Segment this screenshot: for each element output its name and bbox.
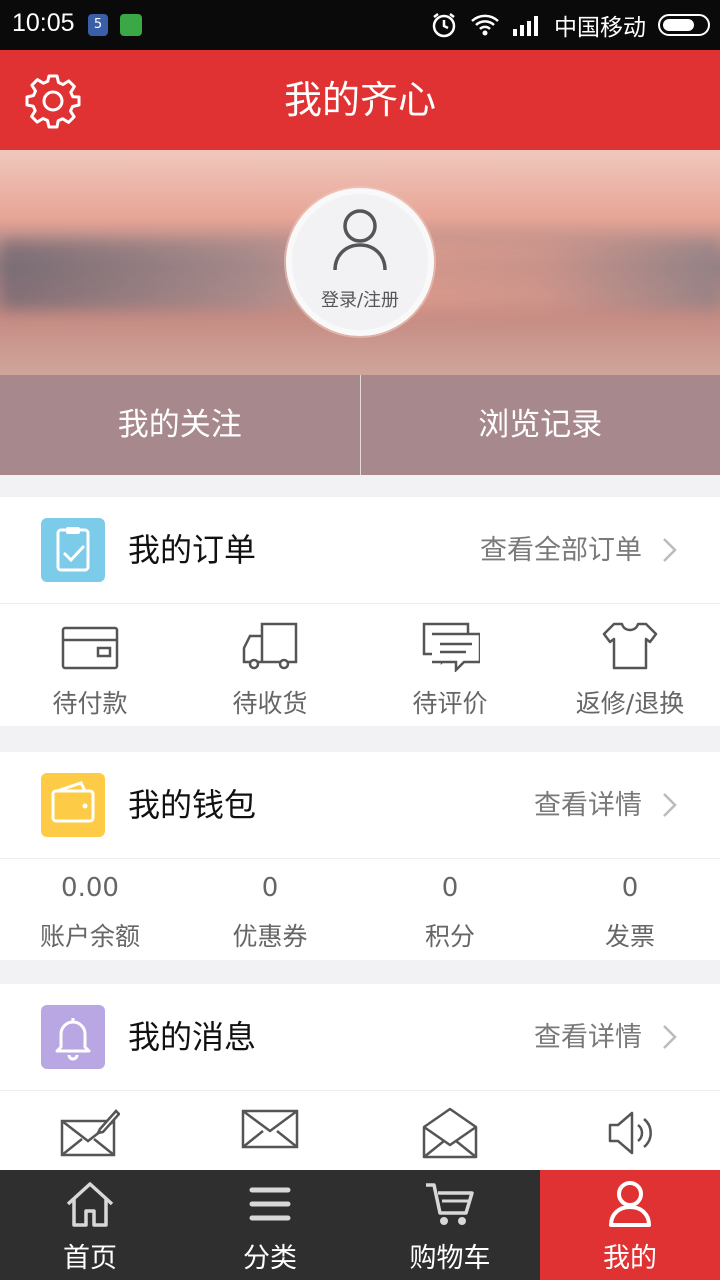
profile-banner: 登录/注册 — [0, 150, 720, 375]
pending-delivery-label: 待收货 — [232, 689, 308, 718]
quick-links: 我的关注 浏览记录 — [0, 375, 720, 475]
compose-mail-icon — [60, 1109, 120, 1157]
invoice-label: 发票 — [604, 922, 655, 951]
invoice-item[interactable]: 0 发票 — [540, 859, 720, 960]
chevron-right-icon — [663, 1025, 677, 1049]
points-value: 0 — [441, 873, 459, 903]
speaker-icon — [608, 1111, 652, 1155]
alarm-icon — [432, 13, 456, 38]
wifi-icon — [471, 14, 499, 36]
android-notification-icon — [120, 14, 142, 36]
pending-payment-label: 待付款 — [52, 689, 128, 718]
cart-icon — [426, 1183, 474, 1225]
user-icon — [609, 1181, 651, 1227]
browse-history-button[interactable]: 浏览记录 — [359, 375, 720, 475]
status-bar: 10:05 5 中国移动 — [0, 0, 720, 50]
chevron-right-icon — [663, 793, 677, 817]
read-messages-button[interactable] — [360, 1091, 540, 1170]
coupons-item[interactable]: 0 优惠券 — [180, 859, 360, 960]
truck-icon — [242, 622, 298, 670]
coupons-label: 优惠券 — [232, 922, 308, 951]
gear-icon[interactable] — [24, 72, 82, 130]
carrier-name: 中国移动 — [554, 15, 646, 41]
return-exchange-label: 返修/退换 — [575, 689, 685, 718]
nav-category[interactable]: 分类 — [180, 1170, 360, 1280]
wallet-title: 我的钱包 — [128, 786, 257, 824]
account-balance-label: 账户余额 — [39, 922, 140, 951]
wallet-icon — [41, 773, 105, 837]
shield-notification-icon: 5 — [88, 14, 108, 36]
points-item[interactable]: 0 积分 — [360, 859, 540, 960]
status-time: 10:05 — [12, 9, 75, 37]
messages-title: 我的消息 — [128, 1018, 257, 1056]
page-title: 我的齐心 — [283, 78, 436, 122]
login-avatar-button[interactable]: 登录/注册 — [286, 188, 434, 336]
signal-icon — [513, 16, 538, 36]
orders-title: 我的订单 — [128, 531, 257, 569]
open-mail-icon — [422, 1107, 478, 1159]
wallet-card-icon — [61, 626, 119, 670]
user-avatar-icon — [333, 209, 387, 271]
account-balance-value: 0.00 — [61, 873, 119, 903]
title-bar: 我的齐心 — [0, 50, 720, 150]
messages-details-link[interactable]: 查看详情 — [534, 984, 642, 1091]
nav-cart-label: 购物车 — [409, 1243, 491, 1274]
orders-section: 我的订单 查看全部订单 待付款 待收货 待评价 返修/退换 — [0, 497, 720, 726]
comment-icon — [422, 622, 480, 672]
coupons-value: 0 — [261, 873, 279, 903]
bottom-navigation: 首页 分类 购物车 我的 — [0, 1170, 720, 1280]
view-all-orders-link[interactable]: 查看全部订单 — [480, 497, 642, 604]
menu-icon — [249, 1187, 291, 1221]
wallet-section: 我的钱包 查看详情 0.00 账户余额 0 优惠券 0 积分 0 发票 — [0, 752, 720, 960]
orders-header[interactable]: 我的订单 查看全部订单 — [0, 497, 720, 604]
bell-icon — [41, 1005, 105, 1069]
battery-icon — [658, 14, 710, 36]
pending-review-label: 待评价 — [412, 689, 488, 718]
pending-delivery-button[interactable]: 待收货 — [180, 604, 360, 726]
login-register-label: 登录/注册 — [320, 290, 400, 311]
account-balance-item[interactable]: 0.00 账户余额 — [0, 859, 180, 960]
pending-payment-button[interactable]: 待付款 — [0, 604, 180, 726]
messages-section: 我的消息 查看详情 — [0, 984, 720, 1170]
pending-review-button[interactable]: 待评价 — [360, 604, 540, 726]
nav-mine-label: 我的 — [603, 1243, 657, 1274]
nav-category-label: 分类 — [243, 1243, 297, 1274]
clipboard-icon — [41, 518, 105, 582]
wallet-header[interactable]: 我的钱包 查看详情 — [0, 752, 720, 859]
home-icon — [66, 1182, 114, 1227]
nav-cart[interactable]: 购物车 — [360, 1170, 540, 1280]
chevron-right-icon — [663, 538, 677, 562]
return-shirt-icon — [602, 622, 658, 670]
messages-header[interactable]: 我的消息 查看详情 — [0, 984, 720, 1091]
compose-message-button[interactable] — [0, 1091, 180, 1170]
nav-home[interactable]: 首页 — [0, 1170, 180, 1280]
return-exchange-button[interactable]: 返修/退换 — [540, 604, 720, 726]
announcements-button[interactable] — [540, 1091, 720, 1170]
points-label: 积分 — [424, 922, 475, 951]
nav-mine[interactable]: 我的 — [540, 1170, 720, 1280]
my-follows-button[interactable]: 我的关注 — [0, 375, 360, 475]
wallet-details-link[interactable]: 查看详情 — [534, 752, 642, 859]
mail-icon — [241, 1109, 299, 1149]
invoice-value: 0 — [621, 873, 639, 903]
nav-home-label: 首页 — [63, 1243, 117, 1274]
inbox-button[interactable] — [180, 1091, 360, 1170]
